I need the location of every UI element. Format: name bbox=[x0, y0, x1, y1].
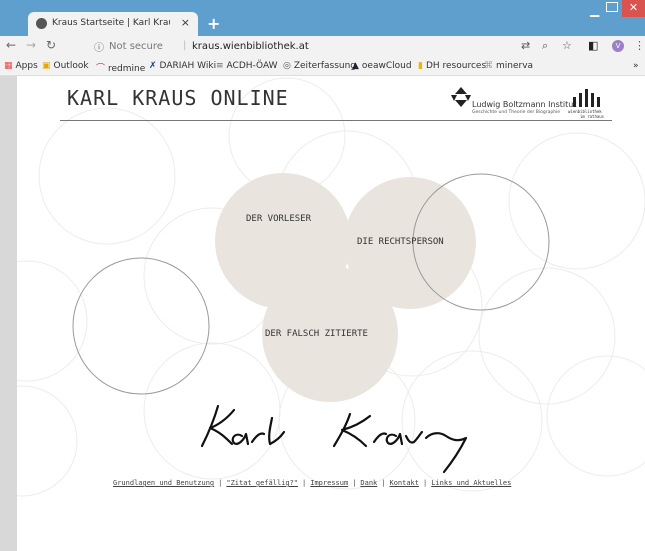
footer-links: Grundlagen und Benutzung | "Zitat gefällig… bbox=[113, 479, 511, 487]
dariah-icon: ✗ bbox=[149, 61, 157, 71]
footer-separator: | bbox=[423, 479, 428, 487]
minerva-icon: ⌘ bbox=[484, 61, 493, 71]
im-rathaus-text: im rathaus bbox=[580, 114, 605, 119]
footer-separator: | bbox=[218, 479, 223, 487]
bookmark-dh-resources[interactable]: ▮ DH resources bbox=[418, 61, 486, 71]
left-edge-bar bbox=[0, 76, 17, 551]
footer-link-grundlagen[interactable]: Grundlagen und Benutzung bbox=[113, 479, 214, 487]
address-separator: | bbox=[183, 40, 187, 51]
close-window-icon[interactable]: ✕ bbox=[622, 0, 645, 17]
globe-icon: ◎ bbox=[283, 61, 291, 71]
footer-link-dank[interactable]: Dank bbox=[360, 479, 377, 487]
reload-icon[interactable]: ↻ bbox=[46, 38, 56, 52]
not-secure-label: Not secure bbox=[109, 41, 163, 52]
acdh-icon: ≡ bbox=[216, 61, 224, 71]
minimize-icon[interactable]: ▁ bbox=[590, 3, 599, 17]
star-icon[interactable]: ☆ bbox=[562, 39, 572, 52]
signature-image bbox=[200, 404, 468, 474]
browser-tab[interactable]: Kraus Startseite | Karl Kraus Onlin × bbox=[28, 12, 198, 36]
url-text[interactable]: kraus.wienbibliothek.at bbox=[192, 41, 309, 52]
extension-icon[interactable]: ◧ bbox=[588, 39, 598, 52]
profile-avatar[interactable]: V bbox=[612, 40, 624, 52]
link-der-falsch-zitierte[interactable]: DER FALSCH ZITIERTE bbox=[265, 329, 368, 339]
bookmark-redmine[interactable]: ⌒ redmine bbox=[96, 61, 145, 74]
address-bar[interactable] bbox=[86, 38, 618, 56]
zoom-icon[interactable]: ⌕ bbox=[542, 39, 548, 53]
bookmark-outlook[interactable]: ▣ Outlook bbox=[42, 61, 89, 71]
bookmark-acdh[interactable]: ≡ ACDH-ÖAW bbox=[216, 61, 278, 71]
footer-link-kontakt[interactable]: Kontakt bbox=[389, 479, 419, 487]
bookmark-minerva[interactable]: ⌘ minerva bbox=[484, 61, 533, 71]
lbi-subtitle: Geschichte und Theorie der Biographie bbox=[472, 110, 561, 115]
wienbibliothek-logo-icon[interactable] bbox=[567, 89, 607, 107]
info-icon[interactable]: ⓘ bbox=[94, 39, 104, 54]
link-die-rechtsperson[interactable]: DIE RECHTSPERSON bbox=[357, 237, 444, 247]
tab-close-icon[interactable]: × bbox=[181, 16, 190, 29]
bookmark-dariah-wiki[interactable]: ✗ DARIAH Wiki bbox=[149, 61, 216, 71]
maximize-icon[interactable] bbox=[606, 2, 618, 12]
more-bookmarks-icon[interactable]: » bbox=[633, 61, 639, 71]
bookmark-oeawcloud[interactable]: ▲ oeawCloud bbox=[352, 61, 412, 71]
redmine-icon: ⌒ bbox=[96, 64, 106, 74]
forward-arrow-icon[interactable]: → bbox=[26, 38, 36, 52]
footer-separator: | bbox=[302, 479, 307, 487]
apps-grid-icon: ▦ bbox=[4, 61, 13, 71]
bookmark-zeiterfassung[interactable]: ◎ Zeiterfassung bbox=[283, 61, 356, 71]
lbi-logo-icon[interactable] bbox=[451, 87, 471, 107]
translate-icon[interactable]: ⇄ bbox=[521, 39, 530, 52]
site-title[interactable]: KARL KRAUS ONLINE bbox=[67, 86, 289, 110]
bookmark-apps[interactable]: ▦ Apps bbox=[4, 61, 38, 71]
back-arrow-icon[interactable]: ← bbox=[6, 38, 16, 52]
tab-title: Kraus Startseite | Karl Kraus Onlin bbox=[52, 18, 170, 28]
footer-link-zitat-gefaellig[interactable]: "Zitat gefällig?" bbox=[226, 479, 298, 487]
header-divider bbox=[60, 120, 612, 121]
lbi-name[interactable]: Ludwig Boltzmann Institut bbox=[472, 100, 576, 109]
link-der-vorleser[interactable]: DER VORLESER bbox=[246, 214, 311, 224]
footer-link-impressum[interactable]: Impressum bbox=[310, 479, 348, 487]
menu-dots-icon[interactable]: ⋮ bbox=[634, 39, 645, 52]
footer-separator: | bbox=[352, 479, 357, 487]
new-tab-button[interactable]: + bbox=[207, 14, 220, 33]
cloud-icon: ▲ bbox=[352, 61, 359, 71]
folder-icon: ▮ bbox=[418, 61, 423, 71]
outlook-icon: ▣ bbox=[42, 61, 51, 71]
footer-separator: | bbox=[381, 479, 386, 487]
footer-link-links-aktuelles[interactable]: Links und Aktuelles bbox=[431, 479, 511, 487]
globe-icon bbox=[36, 18, 47, 29]
